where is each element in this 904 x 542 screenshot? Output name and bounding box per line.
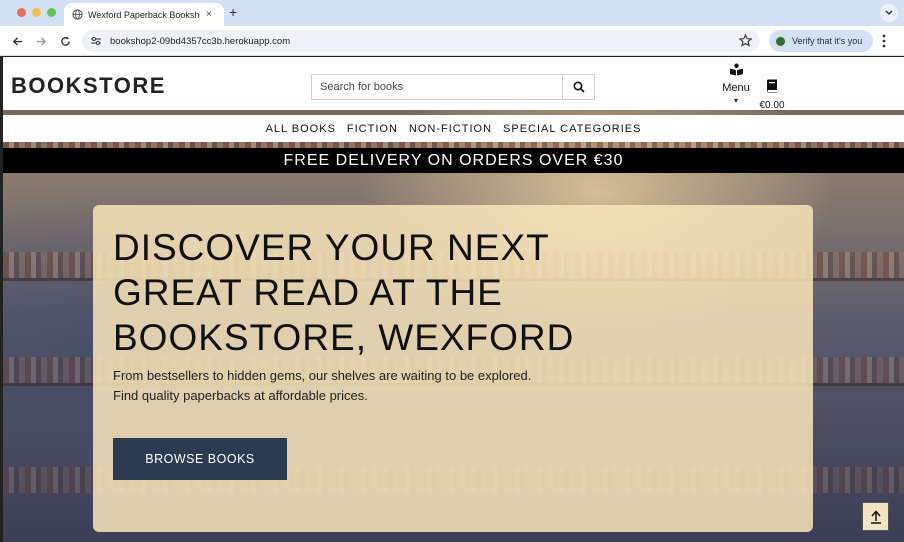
reload-button[interactable]: [56, 32, 74, 50]
site-logo[interactable]: BOOKSTORE: [11, 73, 166, 99]
chevron-down-icon: [885, 10, 893, 15]
maximize-window-button[interactable]: [47, 8, 56, 17]
menu-dropdown-toggle[interactable]: Menu ▾: [721, 63, 751, 105]
profile-avatar-icon: [774, 34, 787, 48]
tab-title: Wexford Paperback Bookshop: [88, 9, 200, 20]
hero-headline: DISCOVER YOUR NEXT GREAT READ AT THE BOO…: [113, 227, 575, 358]
cart-total: €0.00: [759, 100, 785, 111]
category-nav: ALL BOOKS FICTION NON-FICTION SPECIAL CA…: [3, 115, 904, 142]
verify-identity-button[interactable]: Verify that it's you: [769, 30, 873, 52]
hero-subtext-line-1: From bestsellers to hidden gems, our she…: [113, 368, 532, 383]
delivery-banner: FREE DELIVERY ON ORDERS OVER €30: [3, 148, 904, 173]
hero-subtext: From bestsellers to hidden gems, our she…: [113, 366, 593, 406]
book-icon: [767, 79, 777, 93]
search-input[interactable]: [312, 75, 562, 99]
browser-toolbar: bookshop2-09bd4357cc3b.herokuapp.com Ver…: [0, 26, 904, 56]
menu-label: Menu: [722, 82, 750, 94]
caret-down-icon: ▾: [733, 96, 738, 105]
search-button[interactable]: [562, 75, 594, 99]
tab-search-button[interactable]: [880, 4, 898, 22]
hero-subtext-line-2: Find quality paperbacks at affordable pr…: [113, 388, 368, 403]
back-button[interactable]: [8, 32, 26, 50]
nav-non-fiction[interactable]: NON-FICTION: [409, 123, 492, 135]
url-text[interactable]: bookshop2-09bd4357cc3b.herokuapp.com: [110, 36, 290, 47]
minimize-window-button[interactable]: [32, 8, 41, 17]
browse-books-button[interactable]: BROWSE BOOKS: [113, 438, 287, 480]
kebab-icon[interactable]: [882, 34, 886, 48]
open-book-icon: [729, 63, 743, 76]
verify-label: Verify that it's you: [792, 36, 863, 46]
address-bar[interactable]: bookshop2-09bd4357cc3b.herokuapp.com: [82, 30, 760, 52]
browser-tab[interactable]: Wexford Paperback Bookshop ×: [64, 3, 224, 26]
hero-card: DISCOVER YOUR NEXT GREAT READ AT THE BOO…: [93, 205, 813, 532]
star-icon[interactable]: [739, 34, 752, 47]
site-info-icon[interactable]: [90, 36, 102, 46]
shopping-bag-link[interactable]: €0.00: [755, 79, 789, 111]
web-page: BOOKSTORE Menu ▾ €0.00 ALL BOOKS FICTION…: [3, 57, 904, 542]
back-icon: [12, 36, 22, 46]
browser-tab-strip: Wexford Paperback Bookshop × +: [0, 0, 904, 26]
new-tab-button[interactable]: +: [229, 4, 237, 20]
close-window-button[interactable]: [17, 8, 26, 17]
globe-icon: [72, 9, 83, 20]
nav-fiction[interactable]: FICTION: [347, 123, 398, 135]
forward-icon: [36, 36, 46, 46]
site-header: BOOKSTORE Menu ▾ €0.00: [3, 57, 904, 111]
arrow-up-icon: [870, 509, 881, 524]
back-to-top-button[interactable]: [862, 502, 889, 531]
nav-all-books[interactable]: ALL BOOKS: [266, 123, 336, 135]
search-icon: [572, 81, 585, 93]
tab-close-icon[interactable]: ×: [206, 9, 212, 20]
forward-button[interactable]: [32, 32, 50, 50]
search-form: [311, 74, 595, 100]
reload-icon: [60, 35, 70, 46]
nav-special-categories[interactable]: SPECIAL CATEGORIES: [503, 123, 641, 135]
